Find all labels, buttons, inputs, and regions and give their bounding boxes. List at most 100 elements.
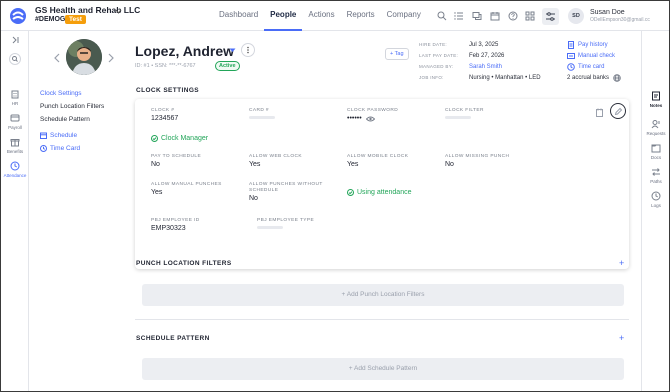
docs-icon [651, 144, 661, 153]
meta-label: LAST PAY DATE: [419, 53, 459, 58]
user-name[interactable]: Susan Doe [590, 9, 625, 16]
meta-label: MANAGED BY: [419, 64, 454, 69]
allow-web-clock-field: ALLOW WEB CLOCK Yes [249, 154, 302, 168]
sidenav-schedule-pattern[interactable]: Schedule Pattern [40, 113, 125, 126]
rail-requests[interactable]: Requests [642, 119, 669, 136]
add-punch-filter-plus[interactable]: + [619, 258, 624, 268]
add-punch-filter-button[interactable]: + Add Punch Location Filters [142, 284, 624, 306]
add-schedule-pattern-button[interactable]: + Add Schedule Pattern [142, 358, 624, 380]
rail-item-benefits[interactable]: Benefits [1, 137, 29, 154]
company-logo-icon[interactable] [9, 7, 27, 25]
section-divider [135, 319, 629, 320]
check-circle-icon [151, 135, 158, 142]
check-icon [567, 52, 575, 59]
rail-label: Docs [650, 155, 662, 160]
schedule-pattern-title: SCHEDULE PATTERN [136, 335, 210, 342]
chat-icon[interactable] [472, 11, 482, 21]
top-bar: GS Health and Rehab LLC #DEMOGS Test Das… [1, 1, 669, 31]
employee-meta: HIRE DATE: Jul 3, 2025 LAST PAY DATE: Fe… [419, 39, 555, 83]
more-options-button[interactable] [241, 43, 255, 57]
rail-label: Requests [646, 131, 666, 136]
rail-label: Benefits [6, 149, 24, 154]
chevron-right-icon [108, 53, 114, 63]
employee-name: Lopez, Andrew [135, 43, 235, 59]
notes-icon [652, 91, 660, 101]
chevron-down-icon[interactable] [115, 8, 122, 15]
job-info-row: JOB INFO: Nursing • Manhattan • LED [419, 72, 555, 83]
time-card-sidenav-link[interactable]: Time Card [40, 142, 125, 155]
help-icon[interactable] [508, 11, 518, 21]
empty-value [249, 116, 275, 119]
copy-icon[interactable] [596, 108, 604, 117]
empty-value [445, 116, 471, 119]
rail-label: HR [11, 101, 19, 106]
field-label: CLOCK PASSWORD [347, 108, 399, 113]
rail-search-button[interactable] [1, 53, 29, 67]
filter-settings-button[interactable] [542, 8, 559, 25]
gift-icon [10, 139, 20, 147]
pencil-icon [614, 107, 622, 115]
accrual-banks[interactable]: 2 accrual banks [567, 72, 639, 83]
user-avatar[interactable]: SD [568, 8, 584, 24]
rail-docs[interactable]: Docs [642, 143, 669, 160]
nav-people[interactable]: People [264, 1, 303, 31]
pay-history-link[interactable]: Pay history [567, 39, 639, 50]
clock-filter-field: CLOCK FILTER [445, 108, 484, 119]
sidenav-clock-settings[interactable]: Clock Settings [40, 87, 125, 100]
clock-password: •••••• [347, 115, 362, 122]
allow-punches-without-schedule-field: ALLOW PUNCHES WITHOUT SCHEDULE No [249, 182, 323, 202]
caret-down-icon[interactable] [229, 48, 236, 53]
list-icon[interactable] [454, 11, 464, 21]
clock-settings-card: CLOCK # 1234567 CARD # CLOCK PASSWORD ••… [135, 99, 629, 269]
managed-by-row: MANAGED BY: Sarah Smith [419, 61, 555, 72]
field-label: ALLOW MANUAL PUNCHES [151, 182, 222, 187]
rail-item-attendance[interactable]: Attendance [1, 161, 29, 178]
calendar-icon[interactable] [490, 11, 500, 21]
schedule-link[interactable]: Schedule [40, 129, 125, 142]
clock-number-field: CLOCK # 1234567 [151, 108, 178, 122]
calendar-icon [40, 132, 47, 139]
previous-employee-button[interactable] [53, 53, 61, 63]
next-employee-button[interactable] [107, 53, 115, 63]
org-name[interactable]: GS Health and Rehab LLC [35, 5, 140, 15]
employee-photo[interactable] [66, 39, 102, 75]
edit-button[interactable] [610, 103, 626, 119]
rail-label: Payroll [8, 125, 22, 130]
chevron-left-icon [54, 53, 60, 63]
rail-label: Notes [649, 103, 663, 108]
manual-check-link[interactable]: Manual check [567, 50, 639, 61]
rail-notes[interactable]: Notes [642, 91, 669, 108]
document-icon [568, 40, 574, 49]
building-icon [11, 90, 19, 99]
search-icon[interactable] [437, 11, 447, 21]
time-card-link[interactable]: Time card [567, 61, 639, 72]
kebab-icon [247, 46, 249, 54]
check-circle-icon [347, 189, 354, 196]
eye-icon[interactable] [365, 116, 375, 122]
collapse-rail-button[interactable] [1, 35, 29, 47]
manager-link[interactable]: Sarah Smith [469, 64, 502, 70]
nav-reports[interactable]: Reports [341, 1, 381, 31]
field-label: SCHEDULE [249, 188, 279, 193]
rail-paths[interactable]: Paths [642, 167, 669, 184]
field-label: PAY TO SCHEDULE [151, 154, 202, 159]
field-value: Yes [151, 189, 163, 196]
using-attendance-check: Using attendance [347, 189, 411, 196]
rail-label: Attendance [3, 173, 27, 178]
rail-item-hr[interactable]: HR [1, 89, 29, 106]
add-tag-button[interactable]: + Tag [385, 48, 409, 60]
right-rail: Notes Requests Docs Paths Logs [641, 31, 669, 391]
add-schedule-pattern-plus[interactable]: + [619, 333, 624, 343]
last-pay-date-row: LAST PAY DATE: Feb 27, 2026 [419, 50, 555, 61]
allow-mobile-clock-field: ALLOW MOBILE CLOCK Yes [347, 154, 408, 168]
link-label: Pay history [578, 41, 608, 48]
nav-dashboard[interactable]: Dashboard [213, 1, 264, 31]
nav-company[interactable]: Company [381, 1, 427, 31]
nav-actions[interactable]: Actions [302, 1, 340, 31]
grid-icon[interactable] [525, 11, 535, 21]
rail-item-payroll[interactable]: Payroll [1, 113, 29, 130]
hire-date: Jul 3, 2025 [469, 41, 499, 48]
employee-ids: ID: #1 • SSN: ***-**-6767 [135, 63, 196, 69]
sidenav-punch-location-filters[interactable]: Punch Location Filters [40, 100, 125, 113]
rail-logs[interactable]: Logs [642, 191, 669, 208]
